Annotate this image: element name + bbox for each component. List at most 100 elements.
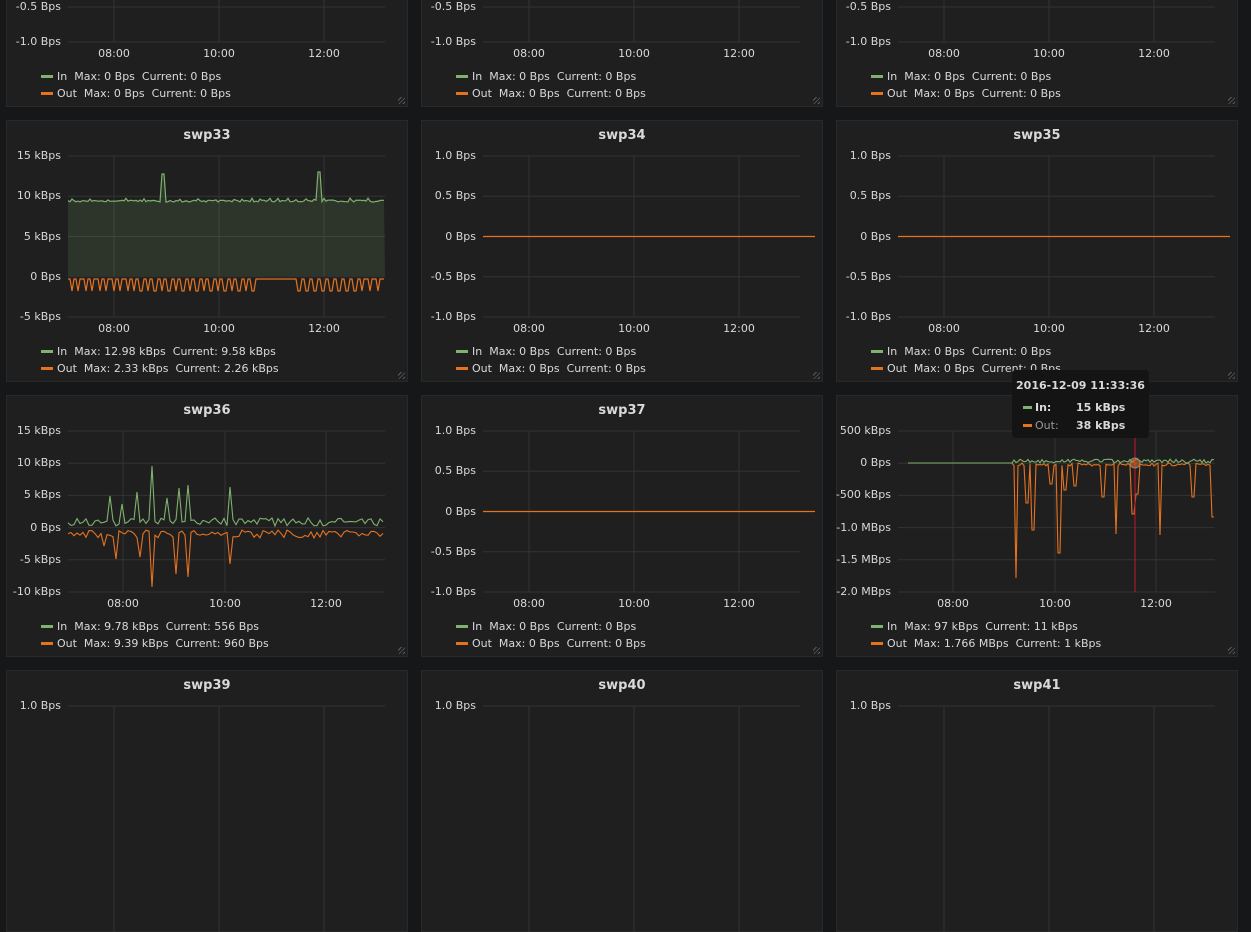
out-series-swatch-icon[interactable] xyxy=(456,366,468,370)
out-series-swatch-icon[interactable] xyxy=(456,91,468,95)
legend-in[interactable]: In Max: 0 Bps Current: 0 Bps xyxy=(871,70,1051,83)
x-axis-tick-label: 12:00 xyxy=(1140,597,1172,610)
legend-in[interactable]: In Max: 12.98 kBps Current: 9.58 kBps xyxy=(41,345,276,358)
graph-canvas[interactable] xyxy=(422,396,824,601)
legend-in-text[interactable]: In Max: 97 kBps Current: 11 kBps xyxy=(887,620,1078,633)
y-axis-tick-label: -0.5 Bps xyxy=(845,269,891,283)
legend-in[interactable]: In Max: 0 Bps Current: 0 Bps xyxy=(456,620,636,633)
panel-resize-handle-icon[interactable] xyxy=(1228,372,1235,379)
legend-out[interactable]: Out Max: 9.39 kBps Current: 960 Bps xyxy=(41,637,269,650)
legend-in-text[interactable]: In Max: 0 Bps Current: 0 Bps xyxy=(472,345,636,358)
x-axis-tick-label: 08:00 xyxy=(513,47,545,60)
graph-canvas[interactable] xyxy=(837,671,1239,932)
legend-out-text[interactable]: Out Max: 0 Bps Current: 0 Bps xyxy=(472,87,646,100)
out-series-swatch-icon[interactable] xyxy=(41,91,53,95)
legend-out-text[interactable]: Out Max: 0 Bps Current: 0 Bps xyxy=(472,637,646,650)
legend-in-text[interactable]: In Max: 0 Bps Current: 0 Bps xyxy=(472,70,636,83)
x-axis-tick-label: 10:00 xyxy=(1033,47,1065,60)
legend-in-text[interactable]: In Max: 0 Bps Current: 0 Bps xyxy=(472,620,636,633)
panel-resize-handle-icon[interactable] xyxy=(813,372,820,379)
panel-swp31[interactable]: -0.5 Bps -1.0 Bps 08:00 10:00 12:00 In Max: 0… xyxy=(421,0,823,107)
graph-canvas[interactable] xyxy=(422,121,824,326)
legend-in-text[interactable]: In Max: 12.98 kBps Current: 9.58 kBps xyxy=(57,345,276,358)
panel-resize-handle-icon[interactable] xyxy=(398,97,405,104)
panel-swp34[interactable]: swp34 1.0 Bps 0.5 Bps 0 Bps -0.5 Bps -1.0 Bps… xyxy=(421,120,823,382)
panel-resize-handle-icon[interactable] xyxy=(813,647,820,654)
graph-canvas[interactable] xyxy=(7,121,409,326)
legend-in[interactable]: In Max: 9.78 kBps Current: 556 Bps xyxy=(41,620,259,633)
legend-in[interactable]: In Max: 0 Bps Current: 0 Bps xyxy=(456,345,636,358)
in-series-swatch-icon[interactable] xyxy=(871,624,883,628)
in-series-swatch-icon[interactable] xyxy=(456,74,468,78)
in-series-swatch-icon[interactable] xyxy=(41,349,53,353)
legend-out[interactable]: Out Max: 0 Bps Current: 0 Bps xyxy=(456,362,646,375)
x-axis-tick-label: 12:00 xyxy=(310,597,342,610)
panel-swp39[interactable]: swp39 1.0 Bps xyxy=(6,670,408,932)
panel-swp37[interactable]: swp37 1.0 Bps 0.5 Bps 0 Bps -0.5 Bps -1.0 Bps… xyxy=(421,395,823,657)
legend-out[interactable]: Out Max: 1.766 MBps Current: 1 kBps xyxy=(871,637,1101,650)
legend-out-text[interactable]: Out Max: 1.766 MBps Current: 1 kBps xyxy=(887,637,1101,650)
panel-swp32[interactable]: -0.5 Bps -1.0 Bps 08:00 10:00 12:00 In Max: 0… xyxy=(836,0,1238,107)
y-axis-tick-label: 1.0 Bps xyxy=(434,149,476,162)
y-axis-tick-label: 0.5 Bps xyxy=(434,464,476,478)
legend-out-text[interactable]: Out Max: 0 Bps Current: 0 Bps xyxy=(887,87,1061,100)
panel-swp36[interactable]: swp36 15 kBps 10 kBps 5 kBps 0 Bps -5 kBps -10… xyxy=(6,395,408,657)
legend-out-text[interactable]: Out Max: 9.39 kBps Current: 960 Bps xyxy=(57,637,269,650)
out-series-swatch-icon[interactable] xyxy=(871,366,883,370)
legend-in-text[interactable]: In Max: 0 Bps Current: 0 Bps xyxy=(887,345,1051,358)
panel-resize-handle-icon[interactable] xyxy=(398,372,405,379)
legend-in[interactable]: In Max: 0 Bps Current: 0 Bps xyxy=(456,70,636,83)
out-series-swatch-icon[interactable] xyxy=(871,91,883,95)
y-axis-tick-label: 0 Bps xyxy=(860,229,891,243)
in-series-swatch-icon[interactable] xyxy=(41,74,53,78)
legend-out[interactable]: Out Max: 0 Bps Current: 0 Bps xyxy=(871,87,1061,100)
panel-swp33[interactable]: swp33 15 kBps 10 kBps 5 kBps 0 Bps -5 kBps 08:… xyxy=(6,120,408,382)
legend-in-text[interactable]: In Max: 0 Bps Current: 0 Bps xyxy=(57,70,221,83)
out-series-swatch-icon[interactable] xyxy=(871,641,883,645)
panel-swp30[interactable]: -0.5 Bps -1.0 Bps 08:00 10:00 12:00 In Max: 0… xyxy=(6,0,408,107)
y-axis-tick-label: -0.5 Bps xyxy=(430,269,476,283)
panel-resize-handle-icon[interactable] xyxy=(398,647,405,654)
graph-canvas[interactable] xyxy=(7,671,409,932)
y-axis-tick-label: -1.0 Bps xyxy=(845,310,891,323)
legend-out-text[interactable]: Out Max: 0 Bps Current: 0 Bps xyxy=(57,87,231,100)
in-series-swatch-icon xyxy=(1023,405,1032,409)
legend-out[interactable]: Out Max: 0 Bps Current: 0 Bps xyxy=(456,87,646,100)
in-series-swatch-icon[interactable] xyxy=(456,349,468,353)
legend-in[interactable]: In Max: 97 kBps Current: 11 kBps xyxy=(871,620,1078,633)
legend-out[interactable]: Out Max: 0 Bps Current: 0 Bps xyxy=(41,87,231,100)
legend-in[interactable]: In Max: 0 Bps Current: 0 Bps xyxy=(871,345,1051,358)
legend-out[interactable]: Out Max: 2.33 kBps Current: 2.26 kBps xyxy=(41,362,279,375)
panel-swp35[interactable]: swp35 1.0 Bps 0.5 Bps 0 Bps -0.5 Bps -1.0 Bps… xyxy=(836,120,1238,382)
y-axis-tick-label: 1.0 Bps xyxy=(849,149,891,162)
y-axis-tick-label: 0 Bps xyxy=(30,269,61,283)
tooltip-in-row: In: 15 kBps xyxy=(1023,401,1125,414)
in-series-swatch-icon[interactable] xyxy=(871,74,883,78)
panel-resize-handle-icon[interactable] xyxy=(813,97,820,104)
out-series-swatch-icon[interactable] xyxy=(41,641,53,645)
legend-out[interactable]: Out Max: 0 Bps Current: 0 Bps xyxy=(456,637,646,650)
legend-out-text[interactable]: Out Max: 2.33 kBps Current: 2.26 kBps xyxy=(57,362,279,375)
y-axis-tick-label: 10 kBps xyxy=(16,189,61,203)
graph-canvas[interactable] xyxy=(422,671,824,932)
panel-swp40[interactable]: swp40 1.0 Bps xyxy=(421,670,823,932)
legend-in[interactable]: In Max: 0 Bps Current: 0 Bps xyxy=(41,70,221,83)
panel-swp41[interactable]: swp41 1.0 Bps xyxy=(836,670,1238,932)
in-series-swatch-icon[interactable] xyxy=(456,624,468,628)
in-series-swatch-icon[interactable] xyxy=(41,624,53,628)
graph-canvas[interactable] xyxy=(7,396,409,601)
y-axis-tick-label: -0.5 Bps xyxy=(430,0,476,13)
legend-in-text[interactable]: In Max: 9.78 kBps Current: 556 Bps xyxy=(57,620,259,633)
graph-canvas[interactable] xyxy=(837,0,1239,51)
legend-in-text[interactable]: In Max: 0 Bps Current: 0 Bps xyxy=(887,70,1051,83)
graph-canvas[interactable] xyxy=(422,0,824,51)
legend-out-text[interactable]: Out Max: 0 Bps Current: 0 Bps xyxy=(472,362,646,375)
panel-resize-handle-icon[interactable] xyxy=(1228,97,1235,104)
y-axis-tick-label: -1.5 MBps xyxy=(836,552,891,566)
graph-canvas[interactable] xyxy=(7,0,409,51)
panel-resize-handle-icon[interactable] xyxy=(1228,647,1235,654)
graph-canvas[interactable] xyxy=(837,121,1239,326)
in-series-swatch-icon[interactable] xyxy=(871,349,883,353)
out-series-swatch-icon[interactable] xyxy=(456,641,468,645)
out-series-swatch-icon[interactable] xyxy=(41,366,53,370)
